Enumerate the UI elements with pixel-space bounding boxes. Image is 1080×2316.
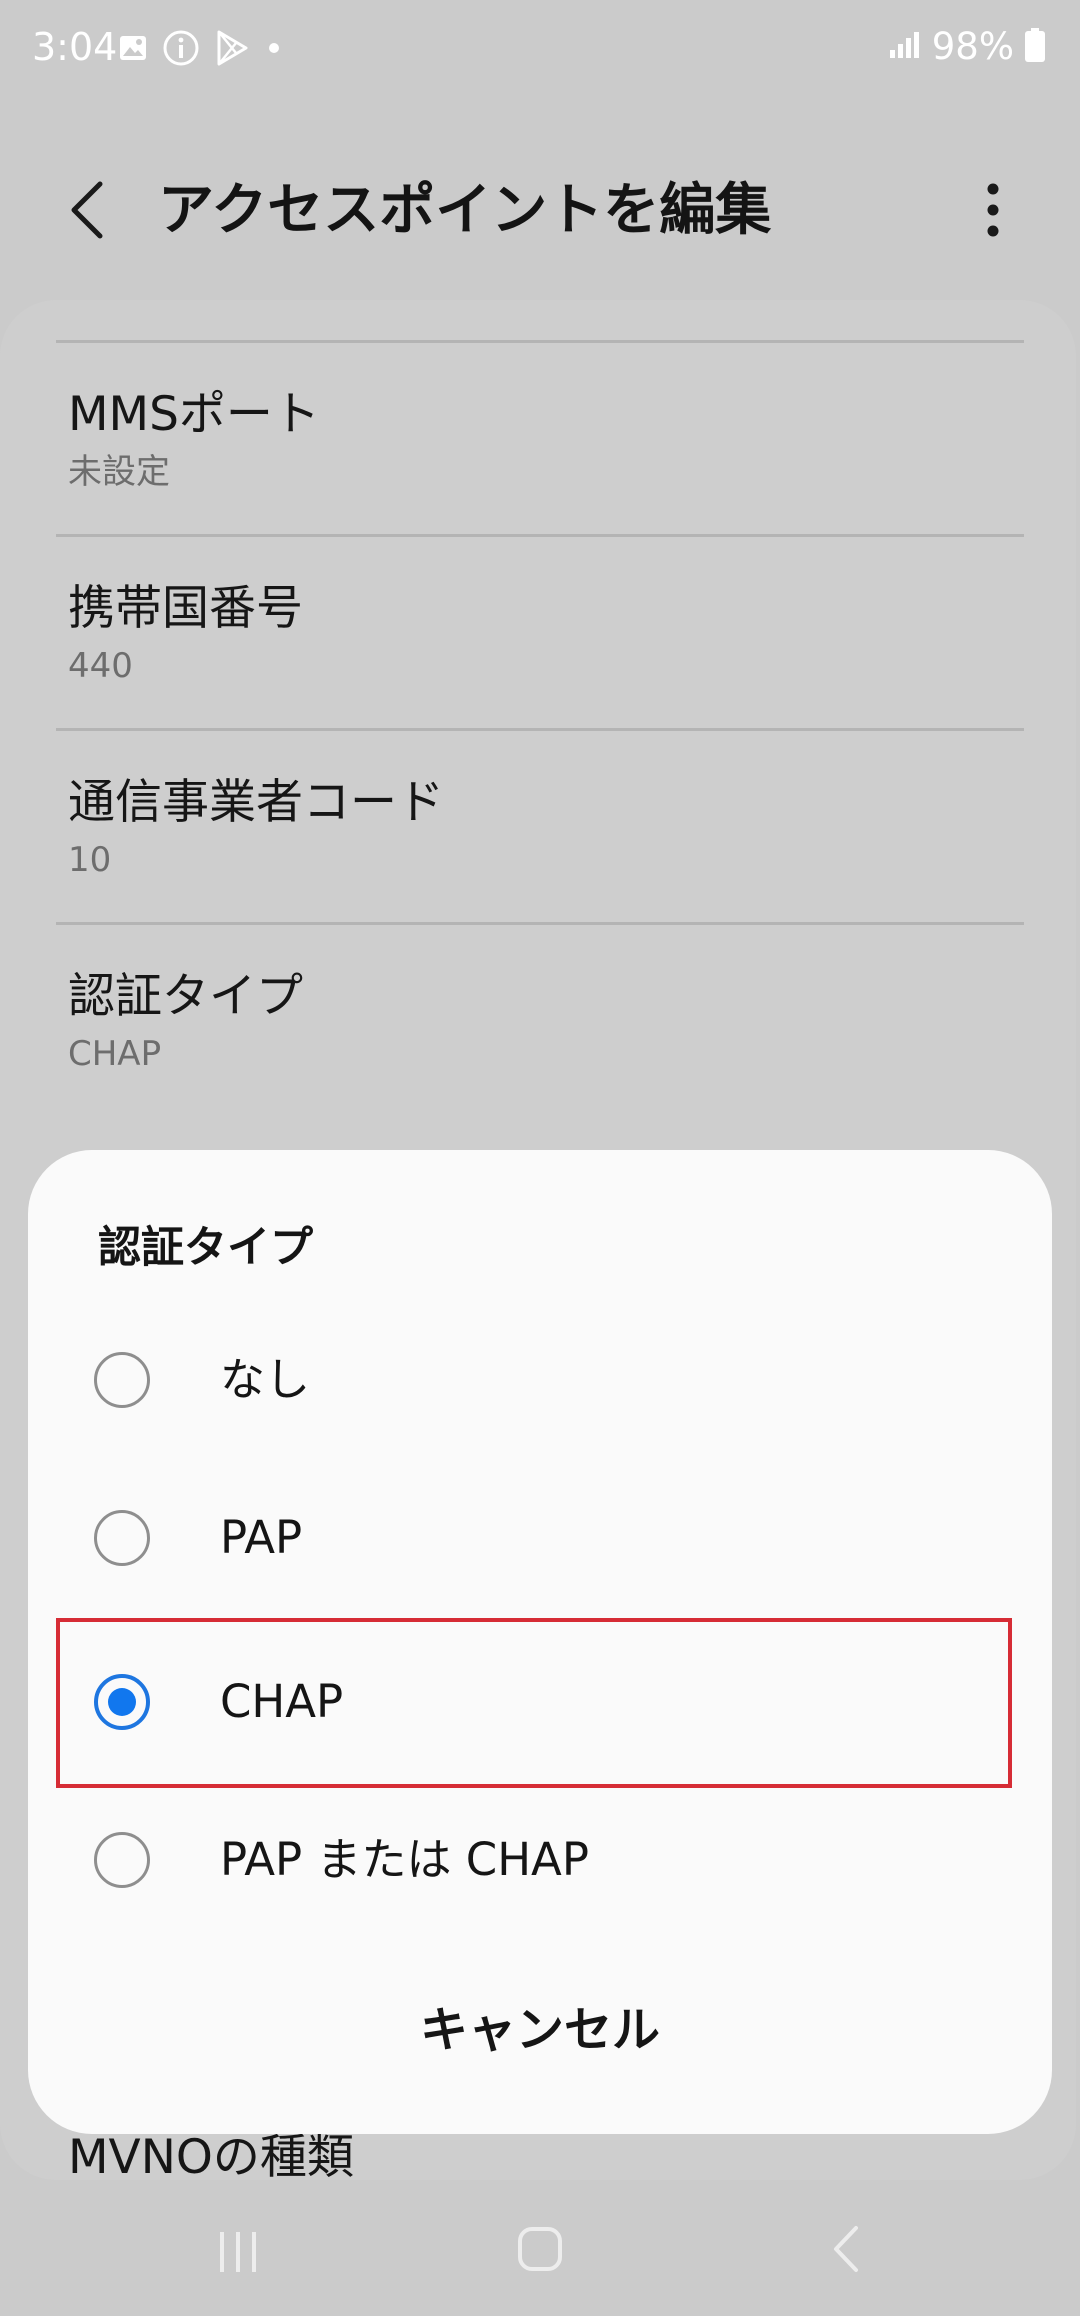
app-bar: アクセスポイントを編集 (0, 150, 1080, 280)
page-title: アクセスポイントを編集 (158, 178, 772, 243)
more-vertical-icon (987, 183, 999, 237)
cancel-button[interactable]: キャンセル (340, 1980, 740, 2080)
radio-button-selected[interactable] (94, 1674, 150, 1730)
back-icon (834, 2226, 858, 2272)
status-notification-icons (118, 26, 284, 70)
back-arrow-icon (71, 181, 103, 239)
navigation-bar (0, 2180, 1080, 2316)
dialog-title: 認証タイプ (98, 1223, 313, 1273)
auth-type-dialog: 認証タイプ なし PAP CHAP PAP または CHAP キャンセル (28, 1150, 1052, 2134)
notification-dot-icon (264, 38, 284, 58)
item-value: 未設定 (68, 452, 170, 492)
recent-apps-button[interactable] (178, 2204, 298, 2294)
recent-apps-icon (220, 2232, 256, 2272)
status-system-icons: 98% (888, 22, 1046, 72)
item-title: 通信事業者コード (68, 775, 444, 830)
item-title: MMSポート (68, 387, 320, 442)
list-item-mvno-type[interactable]: MVNOの種類 (68, 2128, 354, 2188)
radio-button[interactable] (94, 1832, 150, 1888)
status-bar: 3:04 98% (0, 0, 1080, 96)
option-pap[interactable]: PAP (28, 1460, 1052, 1618)
list-item-mnc[interactable]: 通信事業者コード 10 (56, 728, 1024, 922)
option-label: PAP (220, 1511, 303, 1564)
item-title: 認証タイプ (68, 969, 303, 1024)
option-label: CHAP (220, 1675, 344, 1728)
item-title: 携帯国番号 (68, 581, 303, 636)
back-button[interactable] (52, 172, 128, 248)
more-options-button[interactable] (958, 172, 1028, 248)
radio-button[interactable] (94, 1352, 150, 1408)
item-value: CHAP (68, 1034, 162, 1074)
battery-percentage: 98% (931, 25, 1014, 68)
home-icon (518, 2227, 562, 2271)
list-item-mms-port[interactable]: MMSポート 未設定 (56, 340, 1024, 534)
item-value: 10 (68, 840, 112, 880)
info-icon (162, 29, 200, 67)
radio-selected-dot (108, 1688, 136, 1716)
option-label: PAP または CHAP (220, 1833, 589, 1886)
signal-icon (888, 30, 922, 64)
gallery-icon (118, 33, 148, 63)
option-pap-or-chap[interactable]: PAP または CHAP (28, 1782, 1052, 1940)
option-none[interactable]: なし (28, 1302, 1052, 1460)
list-item-mcc[interactable]: 携帯国番号 440 (56, 534, 1024, 728)
nav-back-button[interactable] (786, 2204, 906, 2294)
play-store-icon (214, 29, 250, 67)
radio-button[interactable] (94, 1510, 150, 1566)
status-time: 3:04 (32, 25, 118, 69)
item-value: 440 (68, 646, 133, 686)
option-chap[interactable]: CHAP (28, 1624, 1052, 1782)
battery-icon (1024, 27, 1046, 67)
option-label: なし (220, 1353, 311, 1406)
list-item-auth-type[interactable]: 認証タイプ CHAP (56, 922, 1024, 1116)
home-button[interactable] (480, 2204, 600, 2294)
